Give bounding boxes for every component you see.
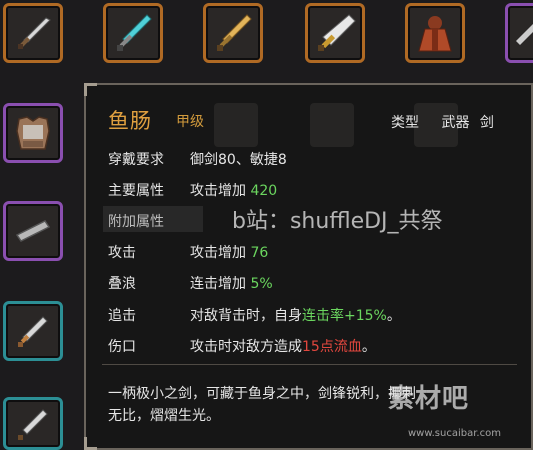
tooltip-corner — [84, 83, 97, 96]
armor-icon — [16, 116, 50, 150]
stat-number: 5% — [250, 276, 273, 292]
inventory-slot-knife[interactable] — [3, 397, 63, 450]
stat-value: 攻击时对敌方造成 — [190, 339, 302, 355]
golden-sword-icon — [217, 14, 252, 51]
stat-label: 主要属性 — [108, 183, 164, 199]
stat-label: 穿戴要求 — [108, 152, 164, 168]
item-grade: 甲级 — [176, 114, 204, 130]
site-logo: 素材吧 — [388, 384, 470, 414]
stone-slab-icon — [15, 220, 51, 242]
stat-value: 对敌背击时，自身 — [190, 308, 302, 324]
stat-number: 76 — [250, 245, 269, 261]
stat-label: 附加属性 — [108, 214, 164, 230]
background-slot — [310, 103, 354, 147]
tooltip-corner — [84, 437, 97, 450]
divider — [102, 364, 517, 365]
knife-icon — [18, 408, 48, 440]
stat-value: 御剑80、敏捷8 — [190, 152, 287, 168]
background-slot — [214, 103, 258, 147]
inventory-slot-short-dagger[interactable] — [3, 301, 63, 361]
cyan-sword-icon — [117, 14, 152, 51]
site-url: www.sucaibar.com — [408, 428, 501, 439]
cloak-icon — [418, 16, 452, 52]
inventory-slot-cloak[interactable] — [405, 3, 465, 63]
item-type: 类型 武器 剑 — [391, 112, 494, 132]
item-name: 鱼肠 — [108, 109, 152, 133]
inventory-slot-slab[interactable] — [3, 201, 63, 261]
stat-label: 攻击 — [108, 245, 136, 261]
item-description: 一柄极小之剑，可藏于鱼身之中，剑锋锐利，揶刺无比，熠熠生光。 — [108, 386, 416, 424]
watermark-text: b站：shuffleDJ_共祭 — [232, 209, 443, 234]
item-subtype: 剑 — [479, 115, 494, 131]
stat-label: 伤口 — [108, 339, 136, 355]
stat-number: 420 — [250, 183, 278, 199]
inventory-slot-dagger[interactable] — [3, 3, 63, 63]
stat-value: 攻击增加 — [190, 183, 246, 199]
inventory-slot-partial[interactable] — [505, 3, 533, 63]
inventory-slot-cyan-sword[interactable] — [103, 3, 163, 63]
type-label: 类型 — [391, 115, 419, 131]
stat-tail: 。 — [361, 339, 376, 355]
stat-tail: 。 — [386, 308, 401, 324]
stat-value: 攻击增加 — [190, 245, 246, 261]
stat-label: 追击 — [108, 308, 136, 324]
stat-highlight: 连击率+15% — [302, 308, 387, 324]
broad-sword-icon — [318, 14, 356, 51]
stat-label: 叠浪 — [108, 276, 136, 292]
inventory-slot-armor[interactable] — [3, 103, 63, 163]
dagger-icon — [18, 17, 51, 49]
sword-icon — [516, 24, 533, 45]
inventory-slot-broad-sword[interactable] — [305, 3, 365, 63]
stat-highlight: 15点流血 — [302, 339, 362, 355]
stat-value: 连击增加 — [190, 276, 246, 292]
inventory-slot-golden-sword[interactable] — [203, 3, 263, 63]
short-dagger-icon — [18, 316, 48, 347]
type-value: 武器 — [441, 115, 470, 131]
